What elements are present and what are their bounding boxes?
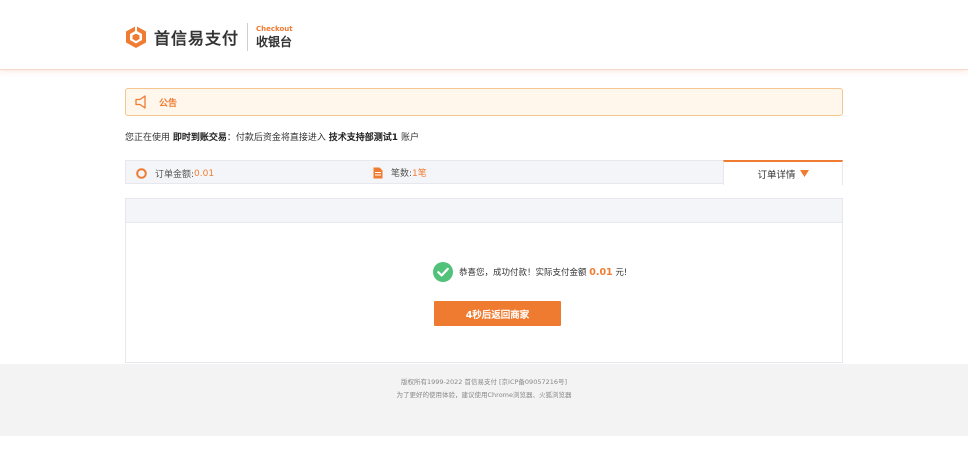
brand[interactable]: 首信易支付 Checkout 收银台 — [124, 22, 293, 52]
header: 首信易支付 Checkout 收银台 — [0, 0, 968, 70]
merchant-name: 技术支持部测试1 — [328, 133, 399, 143]
order-count-value: 1笔 — [412, 169, 427, 179]
payment-info-text: 您正在使用 即时到账交易：付款后资金将直接进入 技术支持部测试1 账户 — [125, 130, 419, 143]
order-details-tab[interactable]: 订单详情 — [723, 160, 843, 185]
result-panel-header — [126, 199, 842, 223]
copyright-text: 版权所有1999-2022 首信易支付 [京ICP备09057216号] — [400, 378, 568, 386]
success-suffix: 元! — [615, 268, 628, 278]
triangle-down-icon — [799, 170, 809, 177]
brand-name: 首信易支付 — [154, 29, 240, 48]
transaction-mode: 即时到账交易 — [172, 133, 227, 143]
paid-amount: 0.01 — [589, 267, 613, 278]
order-amount: 订单金额: 0.01 — [136, 167, 214, 180]
success-message: 恭喜您，成功付款！实际支付金额 0.01 元! — [433, 262, 627, 282]
order-details-label: 订单详情 — [757, 169, 796, 181]
order-count: 笔数: 1笔 — [373, 166, 427, 179]
footer: 版权所有1999-2022 首信易支付 [京ICP备09057216号] 为了更… — [0, 364, 968, 436]
amount-icon — [136, 168, 147, 179]
info-middle: ：付款后资金将直接进入 — [226, 133, 326, 143]
order-count-label: 笔数: — [391, 169, 413, 179]
brand-logo-icon — [126, 26, 146, 48]
success-text: 恭喜您，成功付款！实际支付金额 0.01 元! — [459, 266, 627, 278]
announcement-bar[interactable]: 公告 — [125, 88, 843, 116]
success-check-icon — [433, 262, 453, 282]
checkout-cn-label: 收银台 — [256, 34, 293, 49]
document-icon — [373, 167, 383, 178]
checkout-title: Checkout 收银台 — [256, 25, 293, 50]
order-amount-label: 订单金额: — [155, 170, 195, 180]
info-prefix: 您正在使用 — [125, 133, 171, 143]
brand-divider — [247, 23, 249, 51]
order-amount-value: 0.01 — [194, 168, 215, 179]
announcement-label: 公告 — [159, 98, 178, 109]
payment-result-panel: 恭喜您，成功付款！实际支付金额 0.01 元! 4秒后返回商家 — [125, 198, 843, 363]
return-to-merchant-button[interactable]: 4秒后返回商家 — [434, 301, 561, 326]
info-suffix: 账户 — [400, 133, 419, 143]
speaker-icon — [135, 95, 146, 109]
order-summary-bar: 订单金额: 0.01 笔数: 1笔 订单详情 — [125, 160, 843, 185]
checkout-en-label: Checkout — [256, 24, 293, 33]
success-prefix: 恭喜您，成功付款！实际支付金额 — [459, 268, 587, 278]
browser-tip-text: 为了更好的使用体验，建议使用Chrome浏览器、火狐浏览器 — [396, 391, 572, 399]
